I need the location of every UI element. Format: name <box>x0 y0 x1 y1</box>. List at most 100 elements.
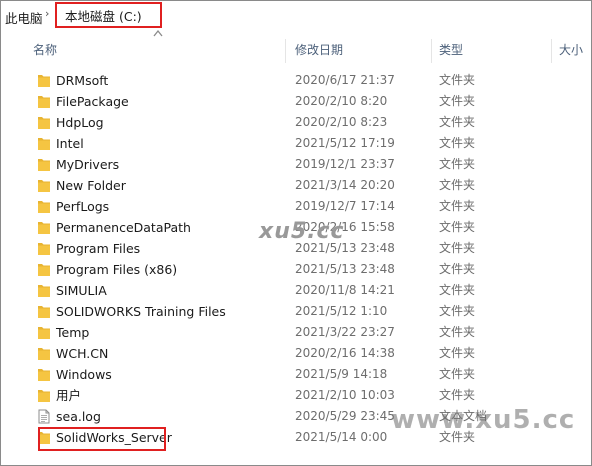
file-row[interactable]: New Folder 2021/3/14 20:20 文件夹 <box>1 175 591 196</box>
file-row[interactable]: Windows 2021/5/9 14:18 文件夹 <box>1 364 591 385</box>
file-modified-date: 2020/2/16 14:38 <box>295 346 395 360</box>
file-modified-date: 2021/5/14 0:00 <box>295 430 388 444</box>
file-explorer-window: 此电脑 › 本地磁盘 (C:) 名称 修改日期 类型 大小 DRMsoft 202… <box>0 0 592 466</box>
file-modified-date: 2021/2/10 10:03 <box>295 388 395 402</box>
file-type: 文件夹 <box>439 367 476 381</box>
file-type: 文件夹 <box>439 283 476 297</box>
column-header-name[interactable]: 名称 <box>33 37 283 63</box>
folder-icon <box>37 178 51 193</box>
file-modified-date: 2020/2/10 8:23 <box>295 115 388 129</box>
file-modified-date: 2019/12/7 17:14 <box>295 199 395 213</box>
file-row[interactable]: SOLIDWORKS Training Files 2021/5/12 1:10 文… <box>1 301 591 322</box>
file-name: SOLIDWORKS Training Files <box>56 304 226 319</box>
folder-icon <box>37 304 51 319</box>
breadcrumb-current-label: 本地磁盘 (C:) <box>65 8 142 24</box>
file-modified-date: 2021/5/12 1:10 <box>295 304 388 318</box>
file-type: 文件夹 <box>439 325 476 339</box>
file-type: 文件夹 <box>439 157 476 171</box>
folder-icon <box>37 94 51 109</box>
file-name: PermanenceDataPath <box>56 220 191 235</box>
file-row[interactable]: SIMULIA 2020/11/8 14:21 文件夹 <box>1 280 591 301</box>
file-modified-date: 2020/11/8 14:21 <box>295 283 395 297</box>
file-row[interactable]: MyDrivers 2019/12/1 23:37 文件夹 <box>1 154 591 175</box>
folder-icon <box>37 346 51 361</box>
folder-icon <box>37 220 51 235</box>
file-name: New Folder <box>56 178 126 193</box>
folder-icon <box>37 283 51 298</box>
file-name: sea.log <box>56 409 101 424</box>
column-header-type[interactable]: 类型 <box>439 37 549 63</box>
breadcrumb-this-pc[interactable]: 此电脑 <box>5 8 43 27</box>
breadcrumb-separator-icon[interactable]: › <box>45 7 49 20</box>
folder-icon <box>37 430 51 445</box>
file-row[interactable]: 用户 2021/2/10 10:03 文件夹 <box>1 385 591 406</box>
file-name: DRMsoft <box>56 73 109 88</box>
file-row[interactable]: Temp 2021/3/22 23:27 文件夹 <box>1 322 591 343</box>
file-row[interactable]: PerfLogs 2019/12/7 17:14 文件夹 <box>1 196 591 217</box>
file-modified-date: 2021/3/14 20:20 <box>295 178 395 192</box>
file-modified-date: 2020/6/17 21:37 <box>295 73 395 87</box>
folder-icon <box>37 115 51 130</box>
file-name: MyDrivers <box>56 157 120 172</box>
sort-ascending-icon <box>153 29 163 37</box>
file-modified-date: 2021/5/12 17:19 <box>295 136 395 150</box>
file-type: 文件夹 <box>439 115 476 129</box>
file-type: 文件夹 <box>439 136 476 150</box>
file-name: HdpLog <box>56 115 104 130</box>
file-name: Program Files <box>56 241 141 256</box>
file-row[interactable]: Intel 2021/5/12 17:19 文件夹 <box>1 133 591 154</box>
folder-icon <box>37 157 51 172</box>
file-type: 文件夹 <box>439 220 476 234</box>
file-row[interactable]: HdpLog 2020/2/10 8:23 文件夹 <box>1 112 591 133</box>
file-type: 文件夹 <box>439 388 476 402</box>
column-header-size[interactable]: 大小 <box>559 37 592 63</box>
column-divider[interactable] <box>551 39 552 63</box>
column-header-date[interactable]: 修改日期 <box>295 37 431 63</box>
text-file-icon <box>37 409 51 424</box>
file-row[interactable]: DRMsoft 2020/6/17 21:37 文件夹 <box>1 70 591 91</box>
watermark-middle: xu5.cc <box>259 219 345 244</box>
breadcrumb-current-drive[interactable]: 本地磁盘 (C:) <box>55 2 162 28</box>
file-name: PerfLogs <box>56 199 110 214</box>
file-row[interactable]: WCH.CN 2020/2/16 14:38 文件夹 <box>1 343 591 364</box>
folder-icon <box>37 367 51 382</box>
file-name: WCH.CN <box>56 346 109 361</box>
file-name: 用户 <box>56 388 82 403</box>
watermark-bottom: www.xu5.cc <box>391 405 576 435</box>
folder-icon <box>37 241 51 256</box>
file-type: 文件夹 <box>439 178 476 192</box>
file-name: Program Files (x86) <box>56 262 178 277</box>
file-name: Intel <box>56 136 84 151</box>
file-row[interactable]: Program Files (x86) 2021/5/13 23:48 文件夹 <box>1 259 591 280</box>
file-row[interactable]: FilePackage 2020/2/10 8:20 文件夹 <box>1 91 591 112</box>
column-divider[interactable] <box>285 39 286 63</box>
file-type: 文件夹 <box>439 94 476 108</box>
breadcrumb: 此电脑 › 本地磁盘 (C:) <box>1 1 591 31</box>
file-type: 文件夹 <box>439 346 476 360</box>
file-modified-date: 2019/12/1 23:37 <box>295 157 395 171</box>
folder-icon <box>37 73 51 88</box>
file-name: SIMULIA <box>56 283 107 298</box>
file-type: 文件夹 <box>439 262 476 276</box>
file-modified-date: 2020/2/10 8:20 <box>295 94 388 108</box>
file-modified-date: 2020/5/29 23:45 <box>295 409 395 423</box>
file-type: 文件夹 <box>439 304 476 318</box>
file-name: Windows <box>56 367 112 382</box>
folder-icon <box>37 388 51 403</box>
file-name: Temp <box>56 325 90 340</box>
column-header-row: 名称 修改日期 类型 大小 <box>1 37 591 63</box>
file-name: FilePackage <box>56 94 129 109</box>
file-type: 文件夹 <box>439 199 476 213</box>
file-modified-date: 2021/3/22 23:27 <box>295 325 395 339</box>
folder-icon <box>37 262 51 277</box>
file-modified-date: 2021/5/13 23:48 <box>295 262 395 276</box>
file-list: DRMsoft 2020/6/17 21:37 文件夹 FilePackage 2020… <box>1 70 591 448</box>
folder-icon <box>37 199 51 214</box>
column-divider[interactable] <box>431 39 432 63</box>
folder-icon <box>37 136 51 151</box>
file-type: 文件夹 <box>439 73 476 87</box>
file-type: 文件夹 <box>439 241 476 255</box>
file-modified-date: 2021/5/9 14:18 <box>295 367 388 381</box>
file-name: SolidWorks_Server <box>56 430 172 445</box>
folder-icon <box>37 325 51 340</box>
